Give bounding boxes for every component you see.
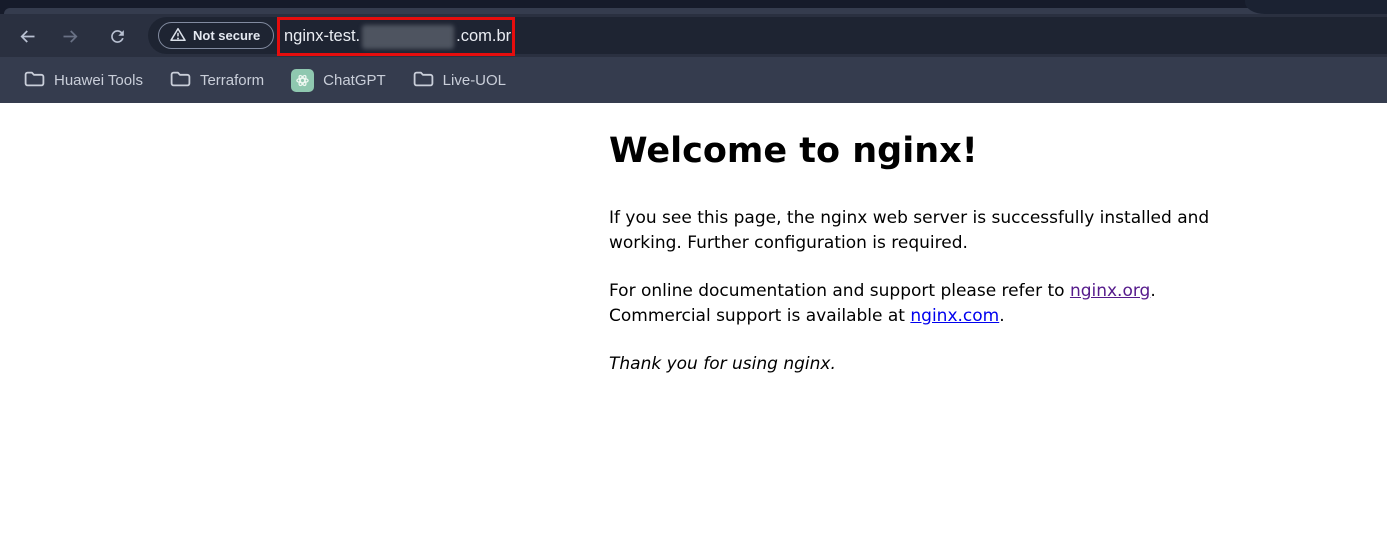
back-button[interactable] xyxy=(12,21,42,51)
bookmark-folder-live-uol[interactable]: Live-UOL xyxy=(409,67,510,93)
folder-icon xyxy=(413,70,434,90)
bookmark-folder-huawei-tools[interactable]: Huawei Tools xyxy=(20,67,147,93)
bookmark-chatgpt[interactable]: ChatGPT xyxy=(287,66,390,95)
page-title: Welcome to nginx! xyxy=(609,128,1309,174)
support-line-1-text: For online documentation and support ple… xyxy=(609,281,1070,301)
intro-line-2: working. Further configuration is requir… xyxy=(609,233,968,253)
support-line-1-period: . xyxy=(1150,281,1155,301)
bookmark-label: ChatGPT xyxy=(323,72,386,89)
bookmark-label: Live-UOL xyxy=(443,72,506,89)
bookmarks-bar: Huawei Tools Terraform ChatGPT xyxy=(0,57,1387,103)
folder-icon xyxy=(170,70,191,90)
url-suffix: .com.br xyxy=(456,27,511,46)
reload-button[interactable] xyxy=(102,21,132,51)
nginx-com-link[interactable]: nginx.com xyxy=(910,306,999,326)
folder-icon xyxy=(24,70,45,90)
url-prefix: nginx-test. xyxy=(284,27,360,46)
support-paragraph: For online documentation and support ple… xyxy=(609,279,1309,328)
warning-triangle-icon xyxy=(170,27,186,45)
redacted-url-segment xyxy=(362,25,454,49)
chatgpt-logo-icon xyxy=(291,69,314,92)
page-content: Welcome to nginx! If you see this page, … xyxy=(609,128,1309,401)
intro-line-1: If you see this page, the nginx web serv… xyxy=(609,208,1209,228)
bookmark-label: Terraform xyxy=(200,72,264,89)
closing-text: Thank you for using nginx. xyxy=(609,354,836,374)
intro-paragraph: If you see this page, the nginx web serv… xyxy=(609,206,1309,255)
bookmark-folder-terraform[interactable]: Terraform xyxy=(166,67,268,93)
support-line-2-text: Commercial support is available at xyxy=(609,306,910,326)
security-chip-label: Not secure xyxy=(193,28,260,43)
window-frame xyxy=(0,0,1387,14)
url-annotation-highlight-rect: nginx-test. .com.br xyxy=(277,17,515,56)
support-line-2-period: . xyxy=(999,306,1004,326)
forward-arrow-icon xyxy=(60,26,81,47)
site-security-chip[interactable]: Not secure xyxy=(158,22,274,49)
reload-icon xyxy=(108,27,127,46)
tab-strip-corner xyxy=(1245,0,1387,14)
back-arrow-icon xyxy=(17,26,38,47)
bookmark-label: Huawei Tools xyxy=(54,72,143,89)
nginx-org-link[interactable]: nginx.org xyxy=(1070,281,1150,301)
forward-button[interactable] xyxy=(55,21,85,51)
closing-paragraph: Thank you for using nginx. xyxy=(609,352,1309,377)
browser-toolbar: Not secure nginx-test. .com.br xyxy=(0,14,1387,57)
